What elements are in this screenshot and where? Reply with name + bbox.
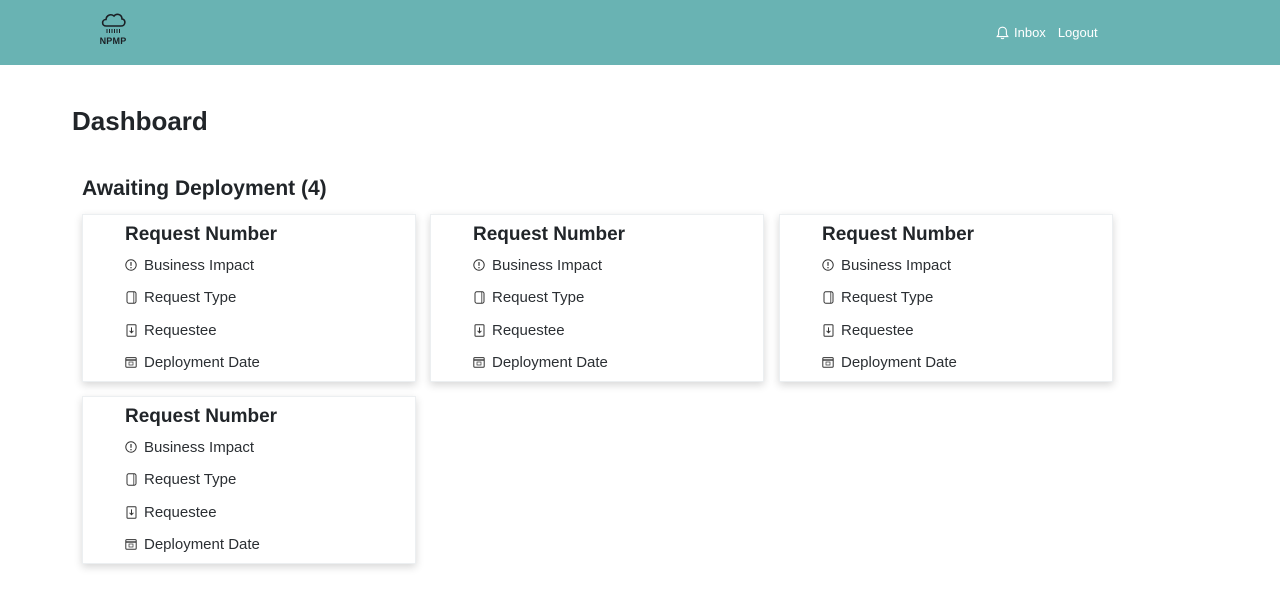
request-type-row: Request Type (473, 286, 584, 308)
request-card[interactable]: Request Number Business Impact Request T… (82, 214, 416, 382)
requestee-row: Requestee (125, 319, 217, 341)
deployment-date-row: Deployment Date (822, 351, 957, 373)
deployment-date-label: Deployment Date (144, 535, 260, 553)
business-impact-row: Business Impact (822, 254, 951, 276)
business-impact-label: Business Impact (841, 256, 952, 274)
request-card[interactable]: Request Number Business Impact Request T… (82, 396, 416, 564)
business-impact-row: Business Impact (473, 254, 602, 276)
requestee-row: Requestee (822, 319, 914, 341)
download-file-icon (473, 323, 485, 337)
request-card[interactable]: Request Number Business Impact Request T… (430, 214, 764, 382)
logout-label: Logout (1057, 25, 1098, 40)
inbox-label: Inbox (1014, 25, 1046, 40)
exclamation-circle-icon (125, 258, 137, 272)
deployment-date-row: Deployment Date (125, 351, 260, 373)
logout-link[interactable]: Logout (1058, 25, 1098, 40)
download-file-icon (125, 323, 137, 337)
deployment-date-label: Deployment Date (144, 353, 260, 371)
deployment-date-label: Deployment Date (841, 353, 957, 371)
exclamation-circle-icon (822, 258, 834, 272)
business-impact-label: Business Impact (492, 256, 603, 274)
requestee-label: Requestee (841, 321, 914, 339)
document-icon (822, 290, 834, 304)
business-impact-label: Business Impact (144, 438, 255, 456)
requestee-label: Requestee (144, 321, 217, 339)
calendar-icon (125, 355, 137, 369)
request-type-label: Request Type (144, 288, 237, 306)
request-type-row: Request Type (822, 286, 933, 308)
request-number-title: Request Number (822, 224, 975, 245)
business-impact-row: Business Impact (125, 254, 254, 276)
exclamation-circle-icon (473, 258, 485, 272)
top-navbar: NPMP Inbox Logout (0, 0, 1280, 65)
logo-text: NPMP (99, 36, 127, 46)
document-icon (473, 290, 485, 304)
download-file-icon (822, 323, 834, 337)
document-icon (125, 472, 137, 486)
deployment-date-row: Deployment Date (473, 351, 608, 373)
requestee-row: Requestee (125, 501, 217, 523)
calendar-icon (473, 355, 485, 369)
download-file-icon (125, 505, 137, 519)
business-impact-label: Business Impact (144, 256, 255, 274)
request-number-title: Request Number (125, 224, 278, 245)
exclamation-circle-icon (125, 440, 137, 454)
request-type-row: Request Type (125, 468, 236, 490)
request-type-label: Request Type (492, 288, 585, 306)
bell-icon (996, 26, 1009, 39)
request-type-label: Request Type (841, 288, 934, 306)
app-logo[interactable]: NPMP (97, 11, 129, 51)
request-type-label: Request Type (144, 470, 237, 488)
request-number-title: Request Number (125, 406, 278, 427)
section-title-awaiting-deployment: Awaiting Deployment (4) (82, 177, 327, 200)
business-impact-row: Business Impact (125, 436, 254, 458)
inbox-link[interactable]: Inbox (996, 25, 1046, 40)
requestee-label: Requestee (492, 321, 565, 339)
requestee-row: Requestee (473, 319, 565, 341)
page-title: Dashboard (72, 106, 208, 136)
calendar-icon (822, 355, 834, 369)
document-icon (125, 290, 137, 304)
request-card[interactable]: Request Number Business Impact Request T… (779, 214, 1113, 382)
nav-links: Inbox Logout (996, 0, 1098, 65)
requestee-label: Requestee (144, 503, 217, 521)
calendar-icon (125, 537, 137, 551)
deployment-date-row: Deployment Date (125, 533, 260, 555)
deployment-date-label: Deployment Date (492, 353, 608, 371)
request-type-row: Request Type (125, 286, 236, 308)
cloud-rain-icon (101, 13, 126, 33)
request-number-title: Request Number (473, 224, 626, 245)
